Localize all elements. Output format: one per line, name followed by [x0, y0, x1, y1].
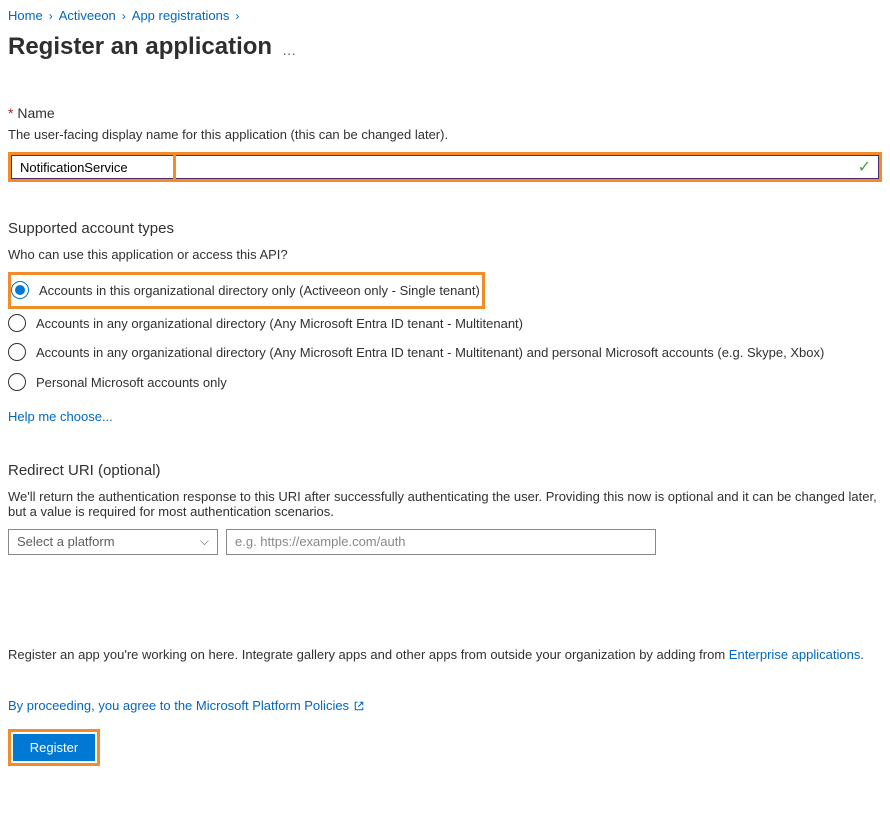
radio-highlight: Accounts in this organizational director… [8, 272, 485, 309]
radio-label: Accounts in this organizational director… [39, 281, 480, 300]
chevron-right-icon: › [122, 9, 126, 23]
bottom-text-suffix: . [860, 647, 864, 662]
account-types-question: Who can use this application or access t… [8, 247, 882, 262]
enterprise-applications-link[interactable]: Enterprise applications [729, 647, 861, 662]
required-indicator: * [8, 105, 13, 121]
radio-label: Accounts in any organizational directory… [36, 343, 824, 362]
radio-icon [8, 314, 26, 332]
radio-single-tenant[interactable]: Accounts in this organizational director… [11, 276, 480, 305]
platform-select[interactable]: Select a platform ⌵ [8, 529, 218, 555]
radio-icon [11, 281, 29, 299]
radio-label: Accounts in any organizational directory… [36, 314, 523, 333]
name-input[interactable] [11, 155, 879, 179]
redirect-uri-section: Redirect URI (optional) We'll return the… [8, 462, 882, 555]
consent-text: By proceeding, you agree to the Microsof… [8, 698, 882, 713]
radio-icon [8, 343, 26, 361]
register-button[interactable]: Register [13, 734, 95, 761]
name-label: * Name [8, 105, 882, 121]
radio-icon [8, 373, 26, 391]
breadcrumb: Home › Activeeon › App registrations › [8, 8, 882, 23]
breadcrumb-home[interactable]: Home [8, 8, 43, 23]
account-types-section: Supported account types Who can use this… [8, 220, 882, 424]
name-label-text: Name [17, 105, 54, 121]
redirect-heading: Redirect URI (optional) [8, 462, 882, 479]
chevron-right-icon: › [235, 9, 239, 23]
page-title: Register an application [8, 33, 272, 61]
consent-prefix: By proceeding, you agree to the [8, 698, 196, 713]
radio-multitenant[interactable]: Accounts in any organizational directory… [8, 309, 882, 338]
chevron-right-icon: › [49, 9, 53, 23]
platform-select-value: Select a platform [17, 534, 115, 549]
radio-personal-only[interactable]: Personal Microsoft accounts only [8, 368, 882, 397]
more-actions-icon[interactable]: … [282, 42, 297, 58]
chevron-down-icon: ⌵ [200, 534, 209, 549]
radio-label: Personal Microsoft accounts only [36, 373, 227, 392]
redirect-uri-input[interactable] [226, 529, 656, 555]
name-section: * Name The user-facing display name for … [8, 105, 882, 182]
breadcrumb-activeeon[interactable]: Activeeon [59, 8, 116, 23]
redirect-description: We'll return the authentication response… [8, 489, 882, 519]
breadcrumb-app-registrations[interactable]: App registrations [132, 8, 230, 23]
name-description: The user-facing display name for this ap… [8, 127, 882, 142]
platform-policies-link[interactable]: Microsoft Platform Policies [196, 698, 349, 713]
help-me-choose-link[interactable]: Help me choose... [8, 409, 113, 424]
bottom-text-prefix: Register an app you're working on here. … [8, 647, 729, 662]
register-highlight: Register [8, 729, 100, 766]
external-link-icon [353, 700, 365, 712]
bottom-help-text: Register an app you're working on here. … [8, 645, 882, 665]
account-types-heading: Supported account types [8, 220, 882, 237]
radio-multitenant-personal[interactable]: Accounts in any organizational directory… [8, 338, 882, 367]
account-types-radio-group: Accounts in this organizational director… [8, 272, 882, 397]
name-highlight: ✓ [8, 152, 882, 182]
